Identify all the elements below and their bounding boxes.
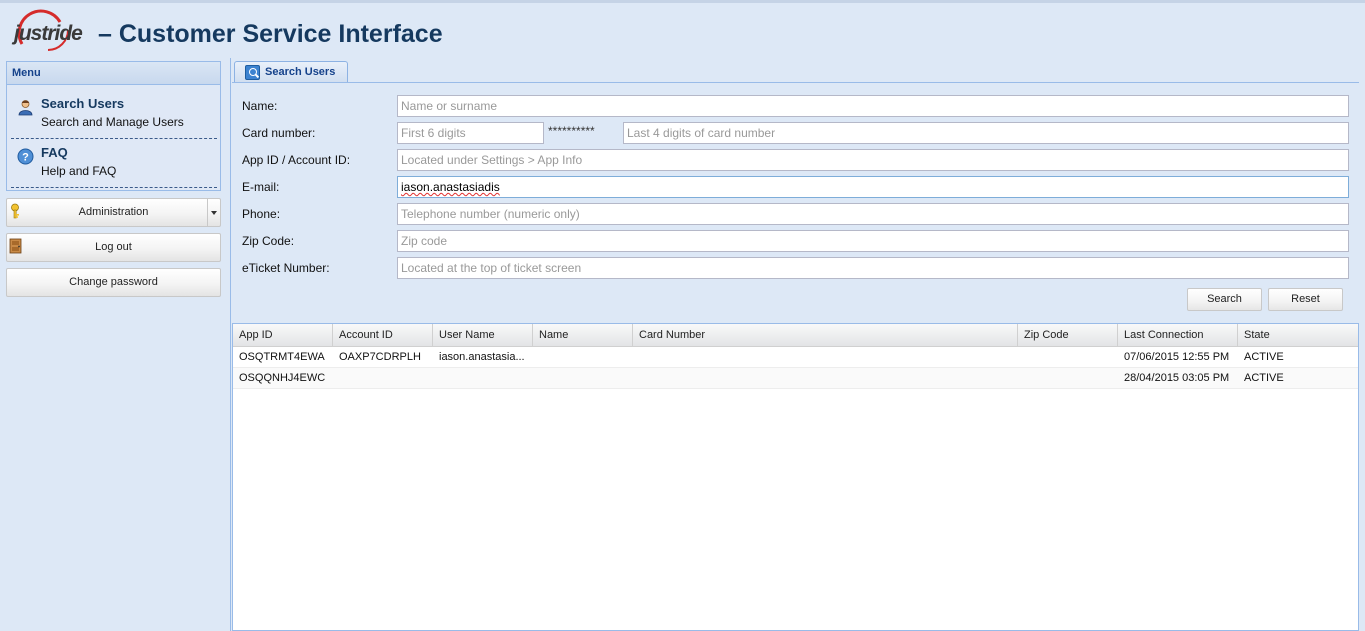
- cell-user-name: iason.anastasia...: [439, 351, 525, 363]
- cell-account-id: [333, 368, 433, 389]
- column-header-name[interactable]: Name: [533, 324, 633, 347]
- email-value: iason.anastasiadis: [401, 180, 500, 194]
- cell-name: [533, 368, 633, 389]
- column-header-state[interactable]: State: [1238, 324, 1358, 347]
- tab-label: Search Users: [265, 66, 336, 78]
- card-first-digits-input[interactable]: First 6 digits: [397, 122, 544, 144]
- sidebar-divider: [230, 58, 231, 631]
- menu-divider: [11, 187, 217, 188]
- logout-button[interactable]: Log out: [6, 233, 221, 262]
- cell-user-name: [433, 368, 533, 389]
- menu-item-subtitle: Search and Manage Users: [41, 115, 184, 129]
- cell-last-connection: 28/04/2015 03:05 PM: [1124, 372, 1230, 384]
- eticket-input[interactable]: Located at the top of ticket screen: [397, 257, 1349, 279]
- column-header-last-connection[interactable]: Last Connection: [1118, 324, 1238, 347]
- menu-item-title: FAQ: [41, 145, 68, 160]
- search-form: Name: Name or surname Card number: First…: [232, 83, 1359, 321]
- column-header-app-id[interactable]: App ID: [233, 324, 333, 347]
- reset-button[interactable]: Reset: [1268, 288, 1343, 311]
- column-header-card-number[interactable]: Card Number: [633, 324, 1018, 347]
- cell-last-connection: 07/06/2015 12:55 PM: [1124, 351, 1230, 363]
- app-id-input[interactable]: Located under Settings > App Info: [397, 149, 1349, 171]
- cell-name: [533, 347, 633, 368]
- cell-account-id: OAXP7CDRPLH: [339, 351, 421, 363]
- top-border: [0, 0, 1365, 3]
- zip-code-label: Zip Code:: [242, 234, 295, 248]
- menu-divider: [11, 138, 217, 139]
- name-input[interactable]: Name or surname: [397, 95, 1349, 117]
- cell-app-id: OSQQNHJ4EWC: [239, 372, 326, 384]
- logout-label: Log out: [95, 241, 132, 253]
- change-password-button[interactable]: Change password: [6, 268, 221, 297]
- menu-item-subtitle: Help and FAQ: [41, 164, 117, 178]
- cell-zip-code: [1018, 368, 1118, 389]
- svg-text:?: ?: [22, 152, 29, 164]
- cell-app-id: OSQTRMT4EWA: [239, 351, 325, 363]
- svg-text:justride: justride: [11, 22, 83, 45]
- cell-card-number: [633, 347, 1018, 368]
- cell-zip-code: [1018, 347, 1118, 368]
- app-id-label: App ID / Account ID:: [242, 153, 351, 167]
- table-row[interactable]: OSQTRMT4EWA OAXP7CDRPLH iason.anastasia.…: [233, 347, 1358, 368]
- card-mask: **********: [548, 124, 595, 138]
- email-input[interactable]: iason.anastasiadis: [397, 176, 1349, 198]
- menu-header: Menu: [7, 62, 220, 85]
- menu-item-faq[interactable]: ? FAQ Help and FAQ: [13, 143, 215, 187]
- tab-search-users[interactable]: Search Users: [234, 61, 348, 83]
- zip-code-input[interactable]: Zip code: [397, 230, 1349, 252]
- administration-label: Administration: [78, 206, 149, 218]
- phone-label: Phone:: [242, 207, 281, 221]
- phone-input[interactable]: Telephone number (numeric only): [397, 203, 1349, 225]
- menu-item-title: Search Users: [41, 96, 125, 111]
- search-icon: [245, 65, 260, 80]
- user-icon: [17, 99, 34, 116]
- eticket-label: eTicket Number:: [242, 261, 330, 275]
- chevron-down-icon[interactable]: [207, 199, 220, 226]
- help-icon: ?: [17, 148, 34, 165]
- page-title: – Customer Service Interface: [98, 20, 443, 48]
- column-header-zip-code[interactable]: Zip Code: [1018, 324, 1118, 347]
- name-label: Name:: [242, 99, 278, 113]
- cell-state: ACTIVE: [1244, 372, 1284, 384]
- door-icon: [9, 238, 23, 254]
- search-button[interactable]: Search: [1187, 288, 1262, 311]
- results-grid: App ID Account ID User Name Name Card Nu…: [232, 323, 1359, 631]
- change-password-label: Change password: [69, 276, 158, 288]
- justride-logo: justride: [8, 8, 90, 56]
- table-row[interactable]: OSQQNHJ4EWC 28/04/2015 03:05 PM ACTIVE: [233, 368, 1358, 389]
- grid-header: App ID Account ID User Name Name Card Nu…: [233, 324, 1358, 347]
- app-header: justride – Customer Service Interface: [8, 6, 608, 58]
- email-label: E-mail:: [242, 180, 280, 194]
- column-header-user-name[interactable]: User Name: [433, 324, 533, 347]
- key-icon: [9, 203, 23, 219]
- cell-card-number: [633, 368, 1018, 389]
- menu-panel: Menu Search Users Search and Manage User…: [6, 61, 221, 191]
- menu-item-search-users[interactable]: Search Users Search and Manage Users: [13, 94, 215, 138]
- column-header-account-id[interactable]: Account ID: [333, 324, 433, 347]
- administration-button[interactable]: Administration: [6, 198, 221, 227]
- card-number-label: Card number:: [242, 126, 316, 140]
- card-last-digits-input[interactable]: Last 4 digits of card number: [623, 122, 1349, 144]
- cell-state: ACTIVE: [1244, 351, 1284, 363]
